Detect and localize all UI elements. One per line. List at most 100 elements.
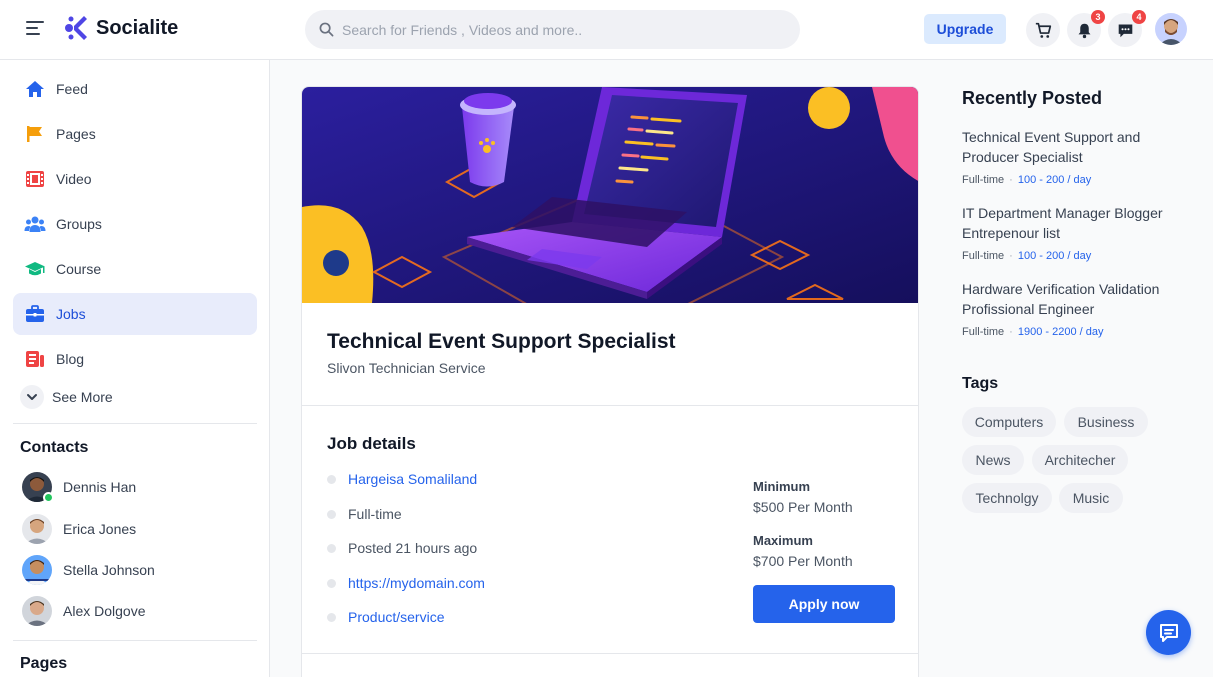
minimum-pay-label: Minimum — [753, 479, 811, 494]
see-more-button[interactable]: See More — [20, 385, 113, 409]
job-company: Slivon Technician Service — [327, 360, 486, 376]
post-rate: 100 - 200 / day — [1017, 174, 1092, 186]
top-header: Socialite Upgrade 3 4 — [0, 0, 1213, 60]
location-link[interactable]: Hargeisa Somaliland — [348, 471, 477, 487]
sidebar-item-label: Course — [56, 261, 102, 277]
recent-post-meta: Full-time · 100 - 200 / day — [962, 250, 1092, 262]
blog-icon — [24, 348, 46, 370]
sidebar-item-video[interactable]: Video — [13, 158, 257, 200]
sidebar-item-label: Video — [56, 171, 92, 187]
left-sidebar: Feed Pages Video Groups Course Jobs Blog… — [0, 60, 270, 677]
sidebar-item-label: Blog — [56, 351, 85, 367]
message-icon — [1159, 623, 1178, 642]
search-bar[interactable] — [305, 10, 800, 49]
chat-fab-button[interactable] — [1146, 610, 1191, 655]
sidebar-item-label: Feed — [56, 81, 88, 97]
recently-posted-heading: Recently Posted — [962, 88, 1103, 108]
notifications-button[interactable]: 3 — [1067, 10, 1105, 47]
minimum-pay-value: $500 Per Month — [753, 499, 853, 515]
online-status-dot — [43, 492, 54, 503]
tag-chip[interactable]: Computers — [962, 407, 1056, 437]
post-rate: 100 - 200 / day — [1017, 250, 1092, 262]
sidebar-item-pages[interactable]: Pages — [13, 113, 257, 155]
job-detail-website[interactable]: https://mydomain.com — [327, 575, 485, 591]
home-icon — [24, 78, 46, 100]
upgrade-button[interactable]: Upgrade — [924, 14, 1006, 44]
sidebar-item-blog[interactable]: Blog — [13, 338, 257, 380]
contact-item[interactable]: Dennis Han — [22, 472, 137, 503]
card-divider — [302, 653, 918, 654]
avatar — [22, 555, 52, 585]
contact-name: Alex Dolgove — [63, 603, 146, 619]
post-type: Full-time — [962, 250, 1005, 262]
messages-button[interactable]: 4 — [1108, 10, 1146, 47]
category-link[interactable]: Product/service — [348, 609, 444, 625]
avatar — [22, 596, 52, 626]
message-count-badge: 4 — [1132, 10, 1146, 24]
sidebar-item-feed[interactable]: Feed — [13, 68, 257, 110]
apply-now-button[interactable]: Apply now — [753, 585, 895, 623]
sidebar-item-course[interactable]: Course — [13, 248, 257, 290]
job-details-heading: Job details — [327, 434, 416, 453]
contact-item[interactable]: Alex Dolgove — [22, 596, 146, 626]
sidebar-divider — [13, 423, 257, 424]
user-avatar[interactable] — [1155, 13, 1187, 45]
job-card: Technical Event Support Specialist Slivo… — [301, 86, 919, 677]
search-input[interactable] — [342, 21, 762, 38]
website-link[interactable]: https://mydomain.com — [348, 575, 485, 591]
bullet-icon — [327, 509, 336, 519]
recent-post-title[interactable]: IT Department Manager Blogger Entrepenou… — [962, 203, 1172, 243]
job-detail-location[interactable]: Hargeisa Somaliland — [327, 471, 477, 487]
job-detail-type: Full-time — [327, 506, 402, 522]
app-name: Socialite — [96, 16, 179, 39]
logo-icon — [65, 16, 87, 40]
job-type-text: Full-time — [348, 506, 402, 522]
job-detail-posted: Posted 21 hours ago — [327, 540, 477, 556]
tags-heading: Tags — [962, 375, 999, 392]
bullet-icon — [327, 612, 336, 622]
briefcase-icon — [24, 303, 46, 325]
contact-name: Stella Johnson — [63, 562, 155, 578]
avatar — [22, 514, 52, 544]
contacts-heading: Contacts — [20, 439, 89, 456]
tag-chip[interactable]: News — [962, 445, 1024, 475]
recent-post-item[interactable]: IT Department Manager Blogger Entrepenou… — [962, 203, 1172, 262]
recent-post-title[interactable]: Technical Event Support and Producer Spe… — [962, 127, 1172, 167]
sidebar-item-groups[interactable]: Groups — [13, 203, 257, 245]
job-title: Technical Event Support Specialist — [327, 330, 676, 353]
sidebar-item-label: Jobs — [56, 306, 86, 322]
bullet-icon — [327, 543, 336, 553]
flag-icon — [24, 123, 46, 145]
film-icon — [24, 168, 46, 190]
hamburger-menu-icon[interactable] — [26, 21, 44, 37]
tag-chip[interactable]: Technolgy — [962, 483, 1052, 513]
avatar — [22, 472, 54, 503]
recent-post-item[interactable]: Hardware Verification Validation Profiss… — [962, 279, 1172, 338]
contact-name: Dennis Han — [63, 479, 137, 495]
tag-chip[interactable]: Music — [1059, 483, 1123, 513]
cart-icon — [1035, 22, 1051, 38]
post-type: Full-time — [962, 326, 1005, 338]
graduation-cap-icon — [24, 258, 46, 280]
recent-post-title[interactable]: Hardware Verification Validation Profiss… — [962, 279, 1172, 319]
post-rate: 1900 - 2200 / day — [1017, 326, 1104, 338]
contact-item[interactable]: Erica Jones — [22, 514, 136, 544]
maximum-pay-value: $700 Per Month — [753, 553, 853, 569]
job-detail-category[interactable]: Product/service — [327, 609, 444, 625]
tag-chip[interactable]: Business — [1064, 407, 1148, 437]
sidebar-divider — [13, 640, 257, 641]
users-icon — [24, 213, 46, 235]
contact-item[interactable]: Stella Johnson — [22, 555, 155, 585]
bullet-icon — [327, 474, 336, 484]
tag-chip[interactable]: Architecher — [1032, 445, 1128, 475]
sidebar-item-jobs[interactable]: Jobs — [13, 293, 257, 335]
posted-time-text: Posted 21 hours ago — [348, 540, 478, 556]
see-more-label: See More — [52, 389, 113, 405]
sidebar-item-label: Groups — [56, 216, 102, 232]
recent-post-item[interactable]: Technical Event Support and Producer Spe… — [962, 127, 1172, 186]
search-icon — [319, 22, 334, 37]
cart-button[interactable] — [1026, 13, 1060, 47]
app-logo[interactable]: Socialite — [64, 14, 178, 42]
sidebar-item-label: Pages — [56, 126, 96, 142]
chevron-down-icon — [20, 385, 44, 409]
